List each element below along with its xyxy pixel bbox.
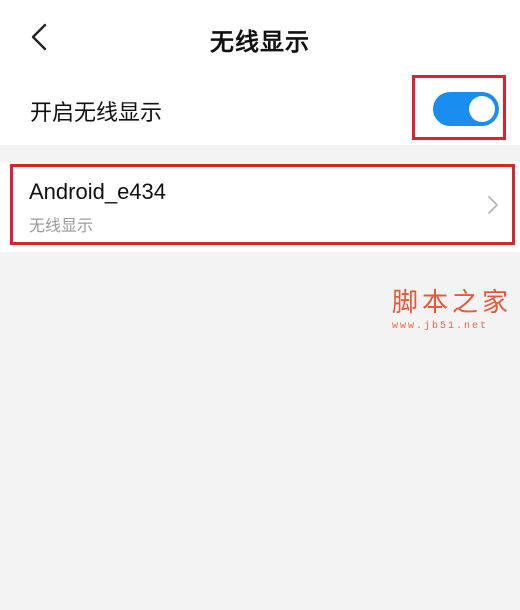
wireless-display-switch[interactable] — [433, 92, 499, 126]
wireless-display-label: 开启无线显示 — [30, 101, 163, 126]
device-name: Android_e434 — [29, 179, 167, 204]
switch-knob — [469, 96, 495, 122]
watermark-title: 脚本之家 — [392, 288, 513, 318]
page-title: 无线显示 — [210, 28, 310, 56]
watermark-url: www.jb51.net — [392, 321, 489, 332]
chevron-right-icon — [488, 196, 498, 214]
watermark: 脚本之家 www.jb51.net — [392, 282, 514, 332]
device-subtitle: 无线显示 — [29, 216, 94, 235]
app-header: 无线显示 — [0, 0, 520, 75]
device-list-item[interactable]: Android_e434 无线显示 — [0, 162, 520, 252]
wireless-display-toggle-row: 开启无线显示 — [0, 75, 520, 145]
